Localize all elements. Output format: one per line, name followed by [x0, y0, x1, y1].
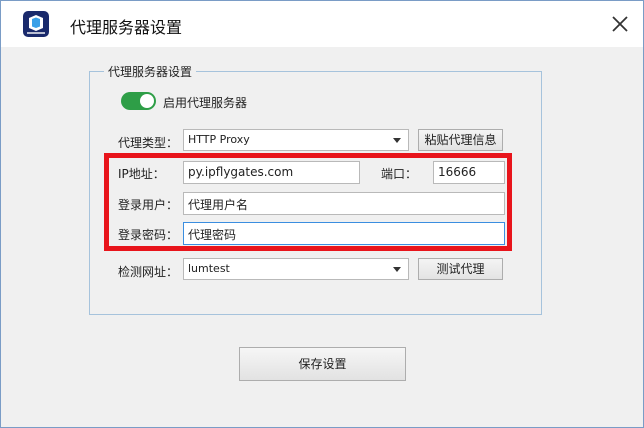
- group-legend: 代理服务器设置: [104, 63, 197, 80]
- toggle-knob: [140, 94, 154, 108]
- enable-proxy-label: 启用代理服务器: [163, 96, 248, 110]
- proxy-settings-window: 代理服务器设置 代理服务器设置 启用代理服务器 代理类型： HTTP Proxy…: [0, 0, 644, 428]
- check-url-value: lumtest: [188, 262, 230, 275]
- enable-proxy-toggle[interactable]: [121, 92, 156, 110]
- close-icon[interactable]: [609, 13, 631, 35]
- check-url-label: 检测网址：: [118, 265, 179, 279]
- window-title: 代理服务器设置: [70, 18, 183, 37]
- proxy-type-select[interactable]: HTTP Proxy: [183, 129, 409, 151]
- chevron-down-icon: [393, 267, 401, 272]
- save-settings-button[interactable]: 保存设置: [239, 347, 406, 381]
- app-logo-icon: [23, 11, 49, 37]
- test-proxy-button[interactable]: 测试代理: [418, 258, 503, 280]
- proxy-type-value: HTTP Proxy: [188, 133, 250, 146]
- title-bar: 代理服务器设置: [1, 1, 643, 47]
- proxy-type-label: 代理类型：: [118, 136, 179, 150]
- paste-proxy-info-button[interactable]: 粘贴代理信息: [418, 129, 503, 151]
- check-url-select[interactable]: lumtest: [183, 258, 409, 280]
- chevron-down-icon: [393, 138, 401, 143]
- highlight-box: [104, 153, 512, 251]
